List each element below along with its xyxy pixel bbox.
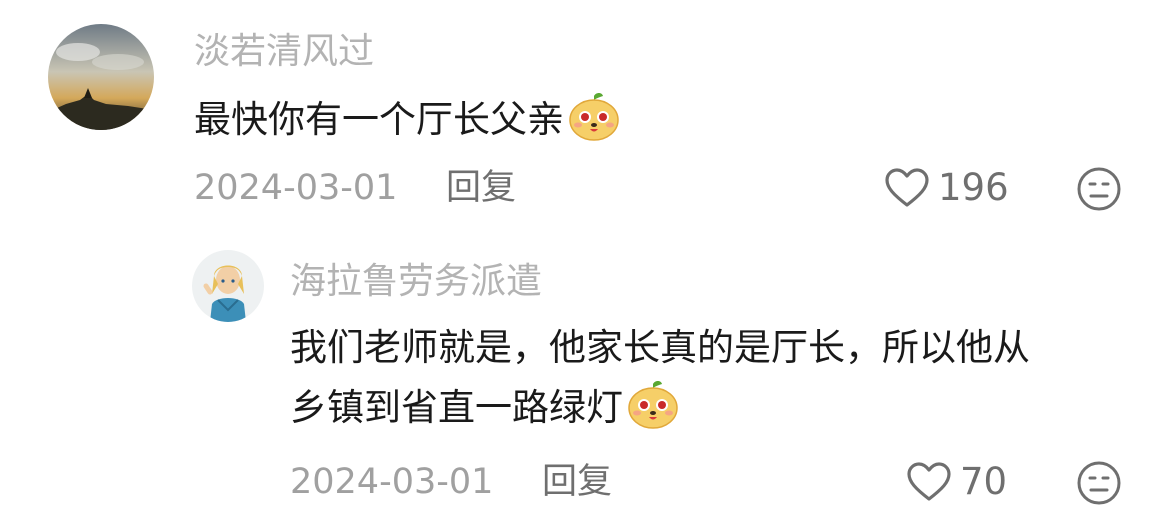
neutral-face-icon: [1077, 167, 1121, 211]
reply-button[interactable]: 回复: [446, 166, 516, 210]
reply-date: 2024-03-01: [290, 462, 494, 502]
neutral-face-icon: [1077, 461, 1121, 505]
avatar[interactable]: [48, 24, 154, 130]
comment-text: 最快你有一个厅长父亲: [194, 90, 620, 160]
dislike-button[interactable]: [1076, 166, 1122, 216]
comment-username[interactable]: 淡若清风过: [194, 30, 374, 74]
dog-face-emoji: [627, 380, 679, 448]
reply-text: 我们老师就是，他家长真的是厅长，所以他从 乡镇到省直一路绿灯: [290, 318, 1030, 448]
reply-button[interactable]: 回复: [542, 460, 612, 504]
dog-face-emoji: [568, 92, 620, 160]
dislike-button[interactable]: [1076, 460, 1122, 510]
reply-text-line-2: 乡镇到省直一路绿灯: [290, 378, 1030, 448]
like-button[interactable]: 196: [884, 166, 1009, 210]
like-count: 196: [938, 166, 1009, 209]
reply-text-line-1: 我们老师就是，他家长真的是厅长，所以他从: [290, 326, 1030, 369]
heart-outline-icon: [885, 168, 929, 207]
like-button[interactable]: 70: [906, 460, 1007, 504]
comment-text-content: 最快你有一个厅长父亲: [194, 98, 564, 141]
reply-text-line-2-content: 乡镇到省直一路绿灯: [290, 386, 623, 429]
reply-username[interactable]: 海拉鲁劳务派遣: [290, 260, 542, 304]
avatar[interactable]: [192, 250, 264, 322]
comment-date: 2024-03-01: [194, 168, 398, 208]
heart-outline-icon: [907, 462, 951, 501]
like-count: 70: [960, 460, 1008, 503]
